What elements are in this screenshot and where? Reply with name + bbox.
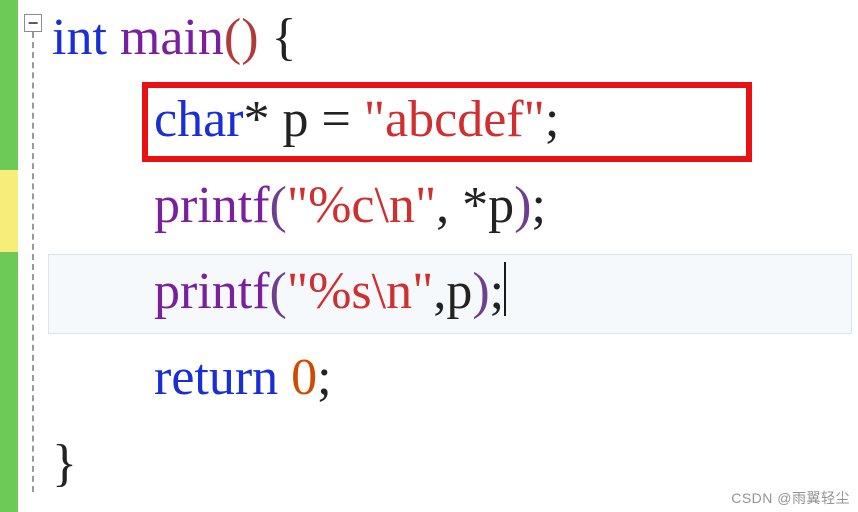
gutter-segment bbox=[0, 252, 18, 512]
text-space bbox=[278, 349, 291, 406]
comma: , bbox=[436, 177, 462, 234]
string-literal: "abcdef" bbox=[364, 91, 545, 148]
watermark: CSDN @雨翼轻尘 bbox=[731, 488, 850, 508]
semicolon: ; bbox=[545, 91, 559, 148]
identifier-main: main bbox=[120, 9, 224, 66]
code-line[interactable]: printf("%s\n",p); bbox=[18, 254, 858, 334]
semicolon: ; bbox=[490, 263, 504, 320]
gutter-segment bbox=[0, 170, 18, 252]
number-literal: 0 bbox=[291, 349, 317, 406]
paren-close: ) bbox=[472, 263, 489, 320]
string-literal: " bbox=[412, 263, 433, 320]
brace-open: { bbox=[272, 9, 297, 66]
code-line[interactable]: char* p = "abcdef"; bbox=[18, 82, 858, 162]
brace-close: } bbox=[52, 435, 77, 492]
text-caret bbox=[504, 262, 506, 316]
comma: , bbox=[433, 263, 446, 320]
string-literal: "%s bbox=[287, 263, 372, 320]
semicolon: ; bbox=[532, 177, 546, 234]
text-space bbox=[259, 9, 272, 66]
code-area[interactable]: − int main() { char* p = "abcdef"; print… bbox=[18, 0, 858, 512]
identifier-p: p bbox=[446, 263, 472, 320]
keyword-char: char bbox=[154, 91, 243, 148]
identifier-p: p bbox=[488, 177, 514, 234]
string-escape: \n bbox=[374, 177, 414, 234]
operator-star: * bbox=[243, 91, 269, 148]
gutter-segment bbox=[0, 0, 18, 170]
keyword-int: int bbox=[52, 9, 107, 66]
keyword-return: return bbox=[154, 349, 278, 406]
paren-open: ( bbox=[270, 263, 287, 320]
string-literal: " bbox=[415, 177, 436, 234]
paren-close: ) bbox=[514, 177, 531, 234]
text-space bbox=[107, 9, 120, 66]
paren-close: ) bbox=[241, 9, 258, 66]
operator-eq: = bbox=[321, 91, 363, 148]
string-escape: \n bbox=[372, 263, 412, 320]
operator-star: * bbox=[462, 177, 488, 234]
line-change-gutter bbox=[0, 0, 18, 512]
paren-open: ( bbox=[270, 177, 287, 234]
identifier-p: p bbox=[269, 91, 321, 148]
semicolon: ; bbox=[317, 349, 331, 406]
string-literal: "%c bbox=[287, 177, 375, 234]
code-line[interactable]: printf("%c\n", *p); bbox=[18, 168, 858, 248]
identifier-printf: printf bbox=[154, 177, 270, 234]
code-line[interactable]: int main() { bbox=[18, 0, 858, 80]
identifier-printf: printf bbox=[154, 263, 270, 320]
code-line[interactable]: return 0; bbox=[18, 340, 858, 420]
paren-open: ( bbox=[224, 9, 241, 66]
